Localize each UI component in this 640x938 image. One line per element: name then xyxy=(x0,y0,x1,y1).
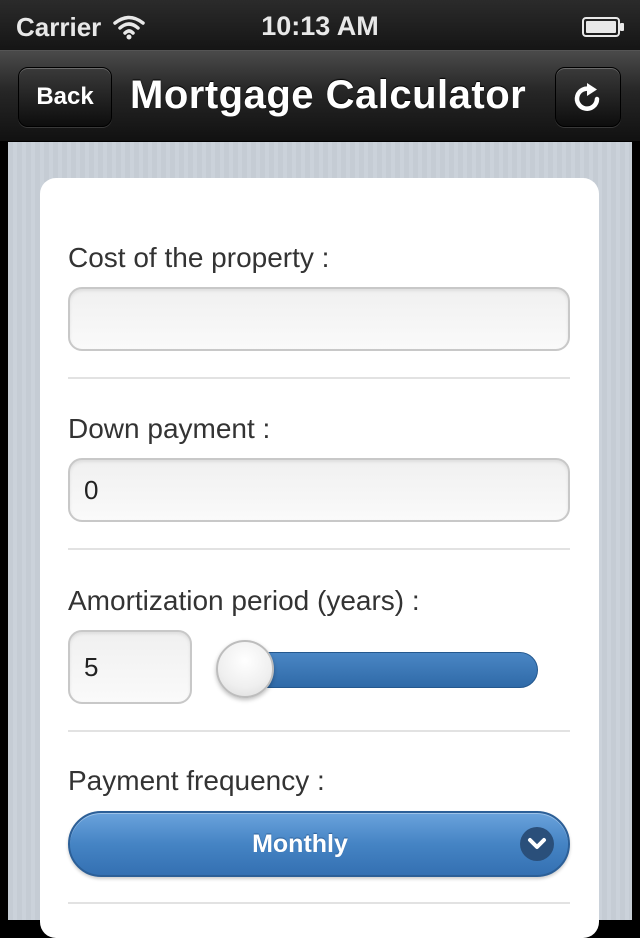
status-bar: Carrier 10:13 AM xyxy=(0,0,640,50)
payment-frequency-label: Payment frequency : xyxy=(68,765,325,796)
amortization-slider-handle[interactable] xyxy=(216,640,274,698)
divider xyxy=(68,548,570,550)
down-payment-label: Down payment : xyxy=(68,413,271,444)
down-payment-input[interactable]: 0 xyxy=(68,458,570,522)
content-area: Cost of the property : Down payment : 0 … xyxy=(8,142,632,938)
divider xyxy=(68,730,570,732)
back-button[interactable]: Back xyxy=(18,67,112,127)
page-title: Mortgage Calculator xyxy=(130,73,527,117)
divider xyxy=(68,377,570,379)
form-card: Cost of the property : Down payment : 0 … xyxy=(40,178,599,938)
cost-label: Cost of the property : xyxy=(68,242,330,273)
chevron-down-icon xyxy=(520,827,554,861)
divider xyxy=(68,902,570,904)
back-button-label: Back xyxy=(36,83,94,110)
amortization-years-input[interactable]: 5 xyxy=(68,630,192,704)
nav-bar: Back Mortgage Calculator xyxy=(0,50,640,142)
payment-frequency-select[interactable]: Monthly xyxy=(68,811,570,877)
status-time: 10:13 AM xyxy=(261,11,379,41)
payment-frequency-value: Monthly xyxy=(252,829,348,858)
amortization-label: Amortization period (years) : xyxy=(68,585,420,616)
cost-input[interactable] xyxy=(68,287,570,351)
refresh-icon xyxy=(574,83,600,111)
battery-icon xyxy=(582,17,624,37)
refresh-button[interactable] xyxy=(555,67,621,127)
